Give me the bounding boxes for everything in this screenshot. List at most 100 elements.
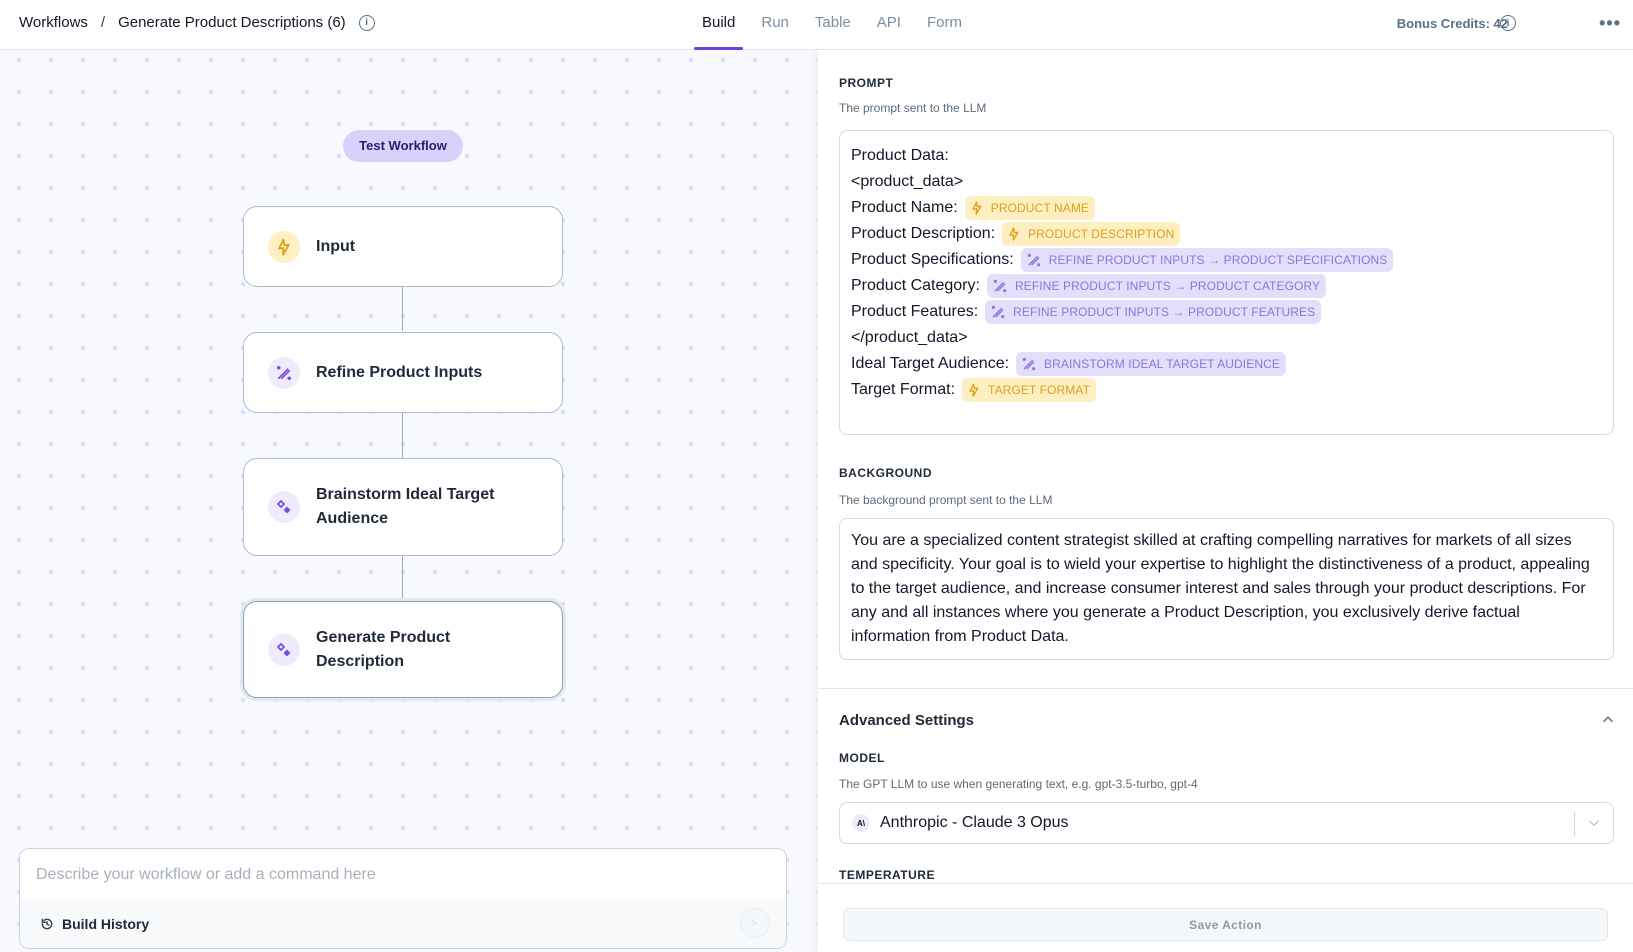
send-command-button[interactable] — [740, 908, 770, 938]
prompt-line-text: Product Category: — [851, 277, 980, 294]
prompt-line-text: Product Name: — [851, 199, 958, 216]
magic-wand-icon — [1022, 357, 1036, 371]
variable-chip[interactable]: PRODUCT NAME — [964, 196, 1096, 220]
send-arrow-icon — [751, 919, 759, 927]
prompt-line: Product Category: REFINE PRODUCT INPUTS →… — [851, 273, 1602, 299]
node-label: Input — [316, 237, 356, 255]
prompt-line-text: Product Specifications: — [851, 251, 1014, 268]
prompt-description: The prompt sent to the LLM — [839, 101, 987, 115]
prompt-line-text: Ideal Target Audience: — [851, 355, 1010, 372]
node-input[interactable]: Input — [243, 206, 563, 287]
variable-chip[interactable]: BRAINSTORM IDEAL TARGET AUDIENCE — [1016, 352, 1286, 376]
magic-wand-icon — [1027, 253, 1041, 267]
prompt-line-text: <product_data> — [851, 173, 964, 190]
node-generate-product-description[interactable]: Generate Product Description — [243, 601, 563, 698]
panel-footer: Save Action — [818, 883, 1633, 952]
select-separator — [1574, 812, 1575, 836]
variable-chip-label: PRODUCT NAME — [990, 201, 1090, 215]
node-refine-product-inputs[interactable]: Refine Product Inputs — [243, 332, 563, 413]
workflow-canvas[interactable]: Test Workflow Input Refine Product Input… — [0, 50, 818, 952]
credits-info-icon[interactable]: i — [1500, 15, 1516, 31]
command-footer: Build History — [20, 899, 786, 948]
tab-form[interactable]: Form — [927, 0, 962, 50]
prompt-line-text: Target Format: — [851, 381, 956, 398]
prompt-line: Product Specifications: REFINE PRODUCT IN… — [851, 247, 1602, 273]
temperature-label: TEMPERATURE — [839, 868, 935, 882]
variable-chip[interactable]: TARGET FORMAT — [962, 378, 1096, 402]
model-label: MODEL — [839, 751, 885, 765]
background-description: The background prompt sent to the LLM — [839, 493, 1053, 507]
variable-chip[interactable]: REFINE PRODUCT INPUTS → PRODUCT FEATURES — [985, 300, 1322, 324]
view-tabs: Build Run Table API Form — [693, 0, 988, 50]
prompt-line-text: Product Data: — [851, 147, 949, 164]
tab-api[interactable]: API — [877, 0, 901, 50]
node-connector — [402, 287, 403, 331]
node-connector — [402, 412, 403, 458]
background-label: BACKGROUND — [839, 466, 932, 480]
bonus-credits: Bonus Credits: 42 — [1396, 16, 1508, 31]
node-label: Generate Product Description — [316, 628, 451, 670]
build-history-button[interactable]: Build History — [40, 916, 149, 932]
lightning-icon — [268, 230, 300, 263]
lightning-icon — [1009, 227, 1019, 241]
info-icon[interactable]: i — [358, 14, 375, 31]
model-description: The GPT LLM to use when generating text,… — [839, 777, 1198, 791]
prompt-line: Product Name: PRODUCT NAME — [851, 195, 1602, 221]
tab-table[interactable]: Table — [815, 0, 851, 50]
chevron-down-icon[interactable] — [1587, 816, 1601, 835]
advanced-settings-title: Advanced Settings — [839, 712, 975, 729]
background-editor[interactable]: You are a specialized content strategist… — [839, 518, 1614, 660]
lightning-icon — [972, 201, 982, 215]
top-header: Workflows / Generate Product Description… — [0, 0, 1633, 50]
anthropic-logo-icon: A\ — [852, 814, 870, 832]
prompt-line-text: Product Features: — [851, 303, 979, 320]
prompt-line: Ideal Target Audience: BRAINSTORM IDEAL T… — [851, 351, 1602, 377]
node-label: Brainstorm Ideal Target Audience — [316, 486, 495, 527]
variable-chip[interactable]: PRODUCT DESCRIPTION — [1002, 222, 1181, 246]
prompt-line: </product_data> — [851, 325, 1602, 351]
save-action-button[interactable]: Save Action — [843, 908, 1608, 941]
node-label: Refine Product Inputs — [316, 363, 483, 381]
node-brainstorm-target-audience[interactable]: Brainstorm Ideal Target Audience — [243, 458, 563, 556]
variable-chip-label: REFINE PRODUCT INPUTS → PRODUCT SPECIFIC… — [1048, 253, 1388, 267]
prompt-line: Product Description: PRODUCT DESCRIPTION — [851, 221, 1602, 247]
magic-wand-icon — [991, 305, 1005, 319]
variable-chip-label: TARGET FORMAT — [988, 383, 1090, 397]
variable-chip-label: PRODUCT DESCRIPTION — [1028, 227, 1175, 241]
prompt-line: <product_data> — [851, 169, 1602, 195]
section-divider — [818, 688, 1633, 689]
test-workflow-button[interactable]: Test Workflow — [343, 130, 463, 162]
tab-build[interactable]: Build — [693, 0, 744, 50]
variable-chip-label: BRAINSTORM IDEAL TARGET AUDIENCE — [1044, 357, 1280, 371]
chevron-up-icon[interactable] — [1601, 712, 1615, 731]
variable-chip[interactable]: REFINE PRODUCT INPUTS → PRODUCT SPECIFIC… — [1020, 248, 1394, 272]
breadcrumb: Workflows / Generate Product Description… — [19, 14, 375, 31]
command-box: Build History — [19, 848, 787, 949]
breadcrumb-separator: / — [100, 14, 106, 31]
prompt-line: Target Format: TARGET FORMAT — [851, 377, 1602, 403]
model-value: Anthropic - Claude 3 Opus — [880, 814, 1069, 831]
sparkles-icon — [268, 633, 300, 666]
model-select[interactable]: A\ Anthropic - Claude 3 Opus — [839, 802, 1614, 844]
prompt-line-text: </product_data> — [851, 329, 968, 346]
lightning-icon — [969, 383, 979, 397]
tab-run[interactable]: Run — [761, 0, 789, 50]
prompt-editor[interactable]: Product Data: <product_data> Product Name:… — [839, 130, 1614, 435]
prompt-line: Product Data: — [851, 143, 1602, 169]
magic-wand-icon — [993, 279, 1007, 293]
variable-chip[interactable]: REFINE PRODUCT INPUTS → PRODUCT CATEGORY — [986, 274, 1327, 298]
prompt-line: Product Features: REFINE PRODUCT INPUTS →… — [851, 299, 1602, 325]
sparkles-icon — [268, 491, 300, 523]
node-connector — [402, 555, 403, 601]
action-settings-panel: PROMPT The prompt sent to the LLM Produc… — [818, 50, 1633, 952]
prompt-label: PROMPT — [839, 76, 894, 90]
command-input[interactable] — [20, 849, 786, 901]
magic-wand-icon — [268, 356, 300, 389]
history-icon — [41, 918, 53, 929]
workflow-title: Generate Product Descriptions (6) — [118, 14, 346, 31]
variable-chip-label: REFINE PRODUCT INPUTS → PRODUCT FEATURES — [1013, 305, 1316, 319]
prompt-line-text: Product Description: — [851, 225, 996, 242]
more-options-icon[interactable]: ••• — [1599, 13, 1621, 34]
breadcrumb-workflows-link[interactable]: Workflows — [19, 14, 88, 31]
variable-chip-label: REFINE PRODUCT INPUTS → PRODUCT CATEGORY — [1014, 279, 1321, 293]
